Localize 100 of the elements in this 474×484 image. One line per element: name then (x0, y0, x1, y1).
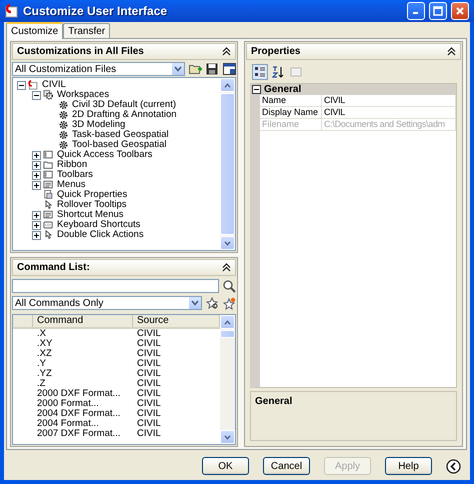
tab[interactable]: Transfer (63, 23, 110, 38)
search-field[interactable] (12, 279, 219, 293)
property-value: C:\Documents and Settings\adm (322, 119, 456, 130)
table-cell-text: CIVIL (136, 339, 162, 349)
gears-icon (44, 90, 54, 100)
tree-item[interactable]: Keyboard Shortcuts (56, 220, 142, 230)
file-dropdown[interactable]: All Customization Files (12, 62, 185, 76)
scroll-thumb[interactable] (220, 93, 235, 235)
expand-icon[interactable] (32, 170, 41, 180)
table-cell-text: 2004 DXF Format... (36, 409, 122, 419)
scroll-down-button[interactable] (220, 236, 235, 250)
table-cell-text: CIVIL (136, 389, 162, 399)
categorized-view-icon[interactable] (252, 64, 268, 80)
property-name: Filename (260, 119, 322, 130)
tree-item[interactable]: Task-based Geospatial (71, 130, 170, 140)
table-cell-text: CIVIL (136, 369, 162, 379)
maximize-button[interactable] (429, 2, 447, 20)
scroll-thumb[interactable] (220, 330, 235, 338)
collapse-icon[interactable] (32, 90, 41, 100)
menu-icon (44, 210, 53, 218)
property-name: Display Name (260, 107, 322, 118)
table-cell-text: CIVIL (136, 409, 162, 419)
scroll-up-button[interactable] (220, 315, 235, 329)
collapse-icon[interactable] (447, 47, 456, 56)
table-cell-text: CIVIL (136, 349, 162, 359)
pointer-icon (46, 200, 52, 209)
search-icon[interactable] (222, 279, 236, 293)
expand-icon[interactable] (32, 210, 41, 220)
open-file-button[interactable] (188, 62, 202, 76)
table-cell-text: .YZ (36, 369, 53, 379)
expand-icon[interactable] (32, 160, 41, 170)
close-button[interactable] (451, 2, 469, 20)
tree-item[interactable]: Toolbars (56, 170, 94, 180)
property-value[interactable]: CIVIL (322, 95, 456, 106)
table-cell-text: .Y (36, 359, 47, 369)
save-button[interactable] (205, 62, 219, 76)
tree-item[interactable]: Civil 3D Default (current) (71, 100, 177, 110)
dropdown-button[interactable] (172, 63, 184, 75)
tree-item[interactable]: Shortcut Menus (56, 210, 125, 220)
tree-item[interactable]: Quick Access Toolbars (56, 150, 154, 160)
file-icon (28, 80, 38, 90)
dialog-button[interactable]: OK (202, 457, 249, 475)
property-value[interactable]: CIVIL (322, 107, 456, 118)
command-filter-dropdown[interactable]: All Commands Only (12, 296, 202, 310)
dropdown-button[interactable] (189, 297, 201, 309)
new-star-icon[interactable] (222, 296, 236, 310)
maximize-icon (433, 6, 443, 16)
scroll-up-button[interactable] (220, 78, 235, 92)
collapse-icon[interactable] (252, 85, 261, 94)
tree-item[interactable]: 3D Modeling (71, 120, 126, 130)
tree-item[interactable]: Workspaces (56, 90, 110, 100)
close-icon (455, 6, 465, 16)
keyboard-icon (44, 222, 53, 228)
tree-item[interactable]: CIVIL (41, 80, 67, 90)
expand-icon[interactable] (32, 220, 41, 230)
table-cell-text: CIVIL (136, 419, 162, 429)
pointer-icon (46, 230, 52, 239)
tree-item[interactable]: 2D Drafting & Annotation (71, 110, 178, 120)
table-cell-text: CIVIL (136, 359, 162, 369)
expand-icon[interactable] (32, 150, 41, 160)
expand-icon[interactable] (32, 230, 41, 240)
scroll-down-button[interactable] (220, 430, 235, 444)
collapse-icon[interactable] (222, 263, 231, 272)
table-cell-text: .X (36, 329, 47, 339)
tree-item[interactable]: Double Click Actions (56, 230, 145, 240)
table-cell-text: CIVIL (136, 399, 162, 409)
transfer-button[interactable] (222, 62, 236, 76)
dialog-button[interactable]: Help (385, 457, 432, 475)
description-title: General (255, 396, 292, 407)
sort-alphabetical-icon[interactable] (270, 64, 286, 80)
chevron-down-icon (224, 434, 231, 440)
tree-item[interactable]: Quick Properties (56, 190, 128, 200)
chevron-down-icon (174, 66, 182, 72)
tree-item[interactable]: Rollover Tooltips (56, 200, 128, 210)
collapse-icon[interactable] (222, 47, 231, 56)
vertical-scrollbar[interactable] (220, 315, 235, 444)
window-title: Customize User Interface (23, 4, 168, 18)
app-icon (5, 4, 19, 18)
expand-icon[interactable] (32, 180, 41, 190)
tree-item[interactable]: Tool-based Geospatial (71, 140, 168, 150)
menu-icon (44, 180, 53, 188)
find-star-icon[interactable] (205, 296, 219, 310)
table-cell-text: .XZ (36, 349, 53, 359)
tab[interactable]: Customize (6, 22, 64, 39)
tree-item[interactable]: Ribbon (56, 160, 88, 170)
collapse-icon[interactable] (17, 80, 26, 90)
column-header[interactable]: Command (33, 315, 133, 327)
table-cell-text: .XY (36, 339, 54, 349)
property-name: Name (260, 95, 322, 106)
table-cell-text: .Z (36, 379, 46, 389)
minimize-button[interactable] (407, 2, 425, 20)
tree-item[interactable]: Menus (56, 180, 87, 190)
table-cell-text: CIVIL (136, 329, 162, 339)
properties-icon (44, 190, 52, 199)
table-cell-text: 2000 DXF Format... (36, 389, 122, 399)
chevron-down-icon (224, 240, 231, 246)
dialog-button[interactable]: Cancel (263, 457, 310, 475)
panel-title: Customizations in All Files (17, 46, 144, 57)
table-cell-text: CIVIL (136, 429, 162, 439)
vertical-scrollbar[interactable] (220, 78, 235, 250)
